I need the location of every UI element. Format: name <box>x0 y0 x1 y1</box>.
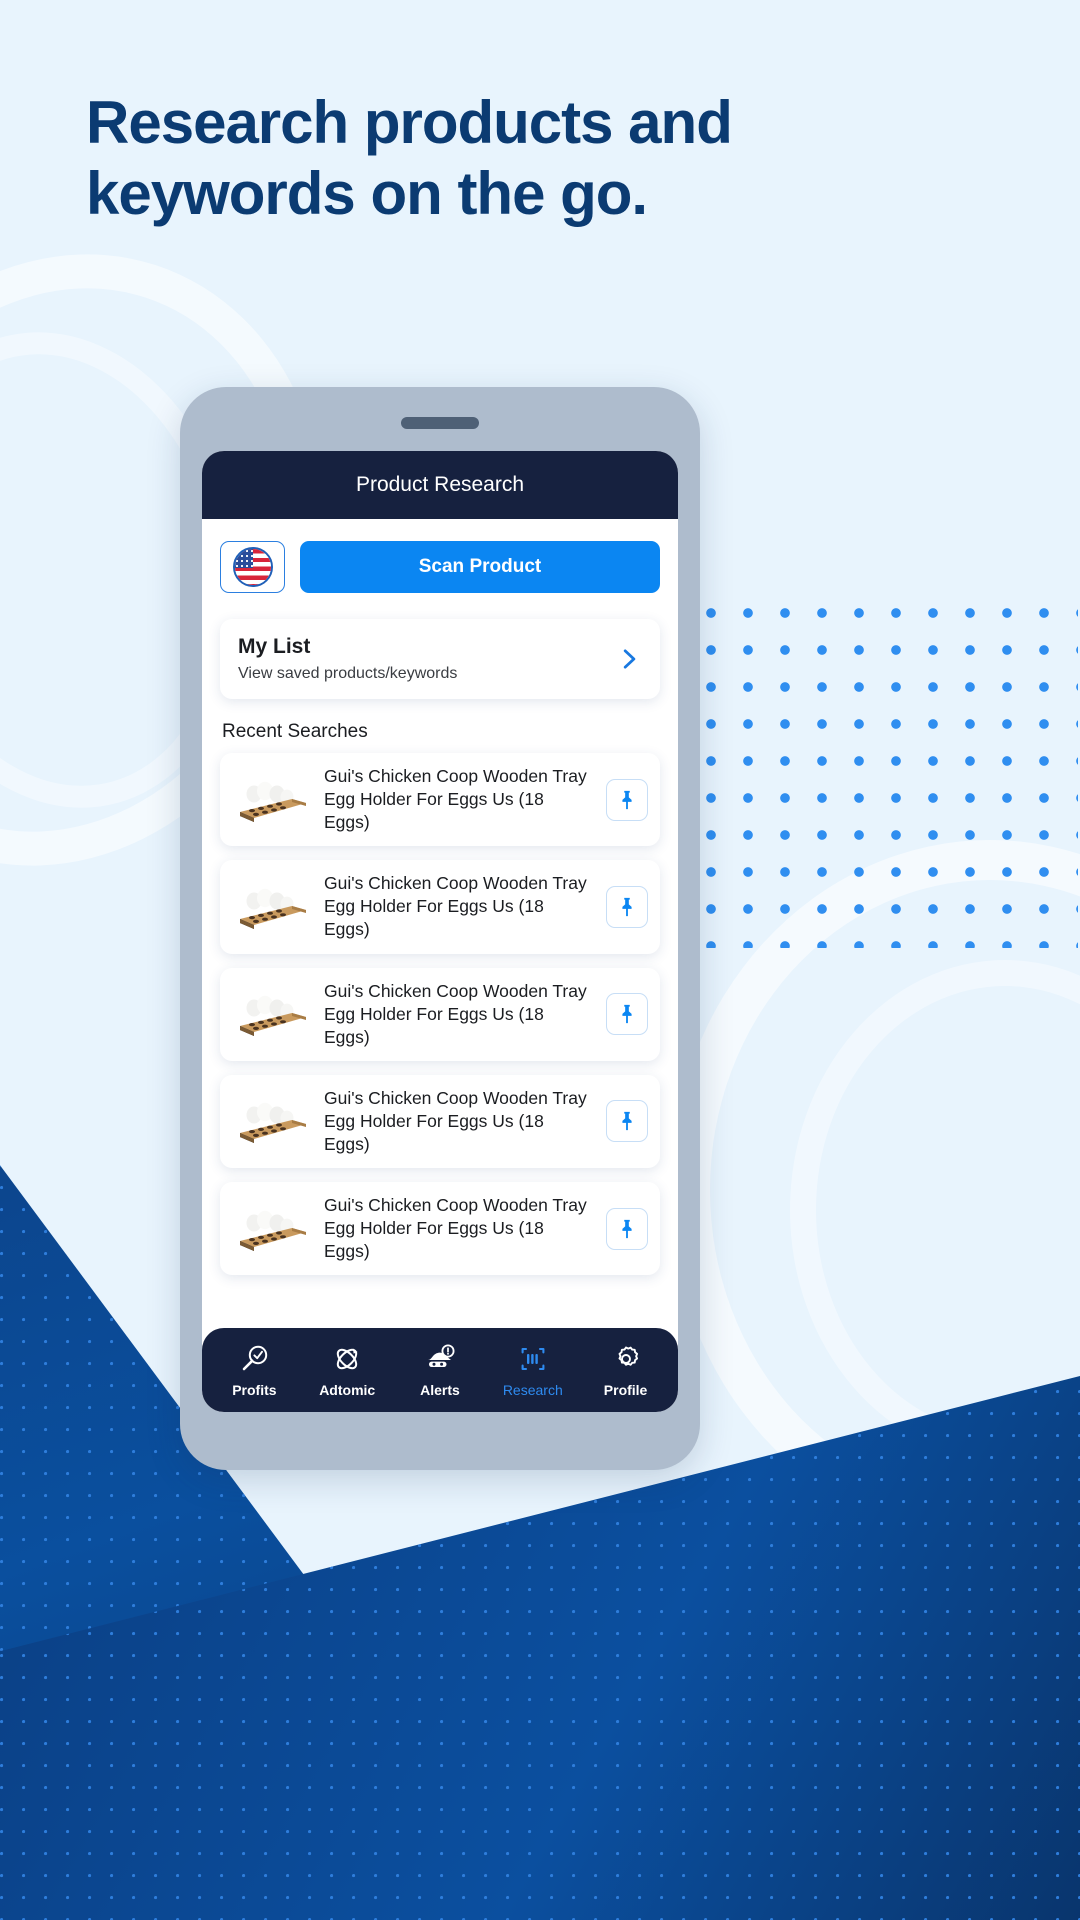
pin-icon <box>622 1112 632 1131</box>
us-flag-icon <box>232 547 273 587</box>
pin-icon <box>622 1219 632 1238</box>
product-thumbnail <box>232 986 312 1042</box>
product-title: Gui's Chicken Coop Wooden Tray Egg Holde… <box>324 1087 587 1155</box>
pin-product-button[interactable] <box>606 1100 648 1143</box>
gear-icon <box>618 1346 638 1366</box>
magnifier-check-icon <box>243 1345 268 1370</box>
dot-grid-pattern <box>706 608 1078 948</box>
pin-product-button[interactable] <box>606 993 648 1036</box>
app-header-title: Product Research <box>355 473 525 496</box>
pin-icon <box>622 897 632 917</box>
wooden-egg-tray-image <box>240 781 306 822</box>
scan-product-label: Scan Product <box>418 556 542 577</box>
tab-research-label: Research <box>502 1381 563 1398</box>
my-list-text: My List View saved products/keywords <box>238 635 604 683</box>
pin-product-button[interactable] <box>606 778 648 821</box>
wooden-egg-tray-image <box>240 1103 306 1144</box>
recent-search-card[interactable]: Gui's Chicken Coop Wooden Tray Egg Holde… <box>220 1182 660 1276</box>
marketplace-scan-row: Scan Product <box>202 519 678 601</box>
tab-adtomic-label: Adtomic <box>319 1381 376 1398</box>
recent-search-card[interactable]: Gui's Chicken Coop Wooden Tray Egg Holde… <box>220 860 660 954</box>
tab-research[interactable]: Research <box>490 1343 576 1398</box>
my-list-card[interactable]: My List View saved products/keywords <box>220 619 660 699</box>
phone-mockup: Product Research Scan Product My List Vi… <box>180 387 700 1470</box>
pin-product-button[interactable] <box>606 885 648 928</box>
phone-screen: Product Research Scan Product My List Vi… <box>202 451 678 1412</box>
tab-profile[interactable]: Profile <box>583 1343 669 1398</box>
spy-hat-alert-icon <box>427 1344 455 1367</box>
phone-speaker <box>401 417 479 429</box>
product-title: Gui's Chicken Coop Wooden Tray Egg Holde… <box>324 1195 587 1262</box>
scan-product-button[interactable]: Scan Product <box>300 541 660 593</box>
tab-alerts[interactable]: Alerts <box>397 1343 483 1398</box>
recent-search-card[interactable]: Gui's Chicken Coop Wooden Tray Egg Holde… <box>220 753 660 847</box>
product-thumbnail <box>232 772 312 828</box>
recent-search-card[interactable]: Gui's Chicken Coop Wooden Tray Egg Holde… <box>220 967 660 1061</box>
product-title: Gui's Chicken Coop Wooden Tray Egg Holde… <box>324 873 587 940</box>
tab-adtomic[interactable]: Adtomic <box>304 1343 390 1398</box>
bottom-tab-bar: Profits Adtomic Alerts Research Profile <box>202 1328 678 1412</box>
recent-searches-label: Recent Searches <box>222 721 368 742</box>
tab-alerts-label: Alerts <box>420 1381 460 1398</box>
my-list-title: My List <box>238 635 311 658</box>
recent-search-card[interactable]: Gui's Chicken Coop Wooden Tray Egg Holde… <box>220 1074 660 1169</box>
barcode-scan-icon <box>521 1347 545 1370</box>
pin-product-button[interactable] <box>606 1207 648 1250</box>
product-thumbnail <box>232 1201 312 1257</box>
page-title: Research products and keywords on the go… <box>86 89 733 227</box>
product-title: Gui's Chicken Coop Wooden Tray Egg Holde… <box>324 766 587 833</box>
recent-searches-list: Gui's Chicken Coop Wooden Tray Egg Holde… <box>202 753 678 1276</box>
app-header: Product Research <box>202 451 678 519</box>
my-list-subtitle: View saved products/keywords <box>238 665 458 682</box>
product-thumbnail <box>232 1093 312 1149</box>
pin-icon <box>622 1005 632 1024</box>
wooden-egg-tray-image <box>240 888 306 929</box>
product-thumbnail <box>232 879 312 935</box>
app-body: Scan Product My List View saved products… <box>202 519 678 1412</box>
chevron-right-icon <box>623 649 636 669</box>
tab-profits-label: Profits <box>232 1381 277 1398</box>
tab-profile-label: Profile <box>603 1381 648 1398</box>
marketplace-selector-button[interactable] <box>220 541 285 593</box>
wooden-egg-tray-image <box>240 996 306 1037</box>
pin-icon <box>622 790 632 809</box>
tab-profits[interactable]: Profits <box>211 1343 297 1398</box>
wooden-egg-tray-image <box>240 1210 306 1251</box>
atom-icon <box>337 1348 358 1369</box>
product-title: Gui's Chicken Coop Wooden Tray Egg Holde… <box>324 980 587 1047</box>
